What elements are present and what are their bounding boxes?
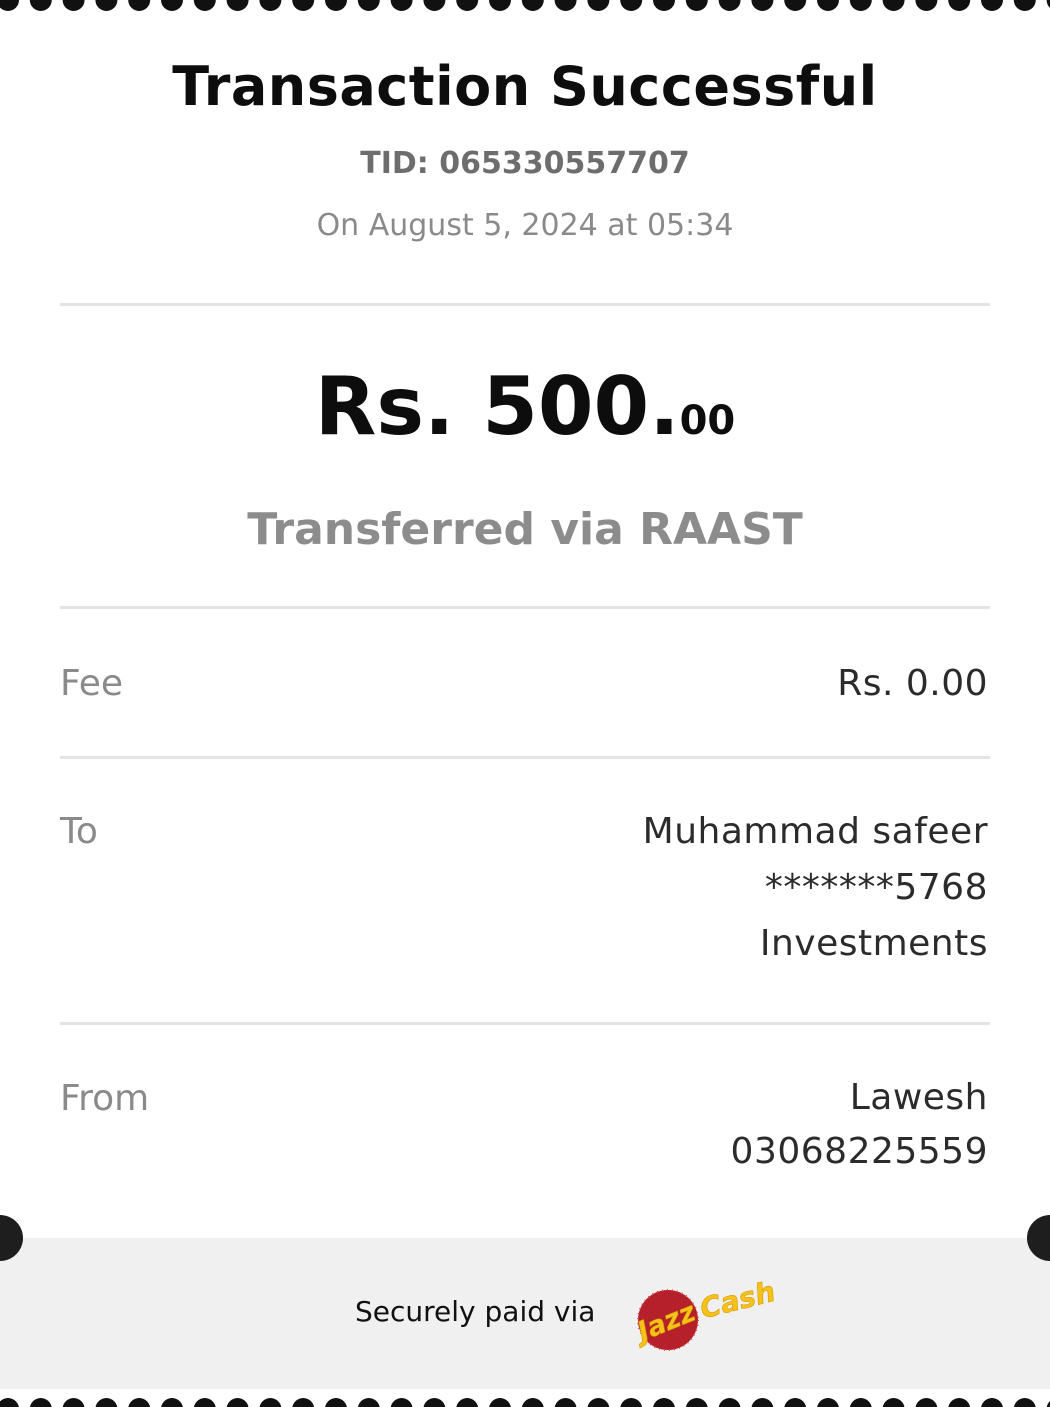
scallop-dot xyxy=(718,1398,741,1407)
transaction-id: TID: 065330557707 xyxy=(360,146,690,181)
scallop-dot xyxy=(456,0,479,11)
scallop-dot xyxy=(784,0,807,11)
scallop-dot xyxy=(128,0,151,11)
scallop-dot xyxy=(161,0,183,11)
sender-name: Lawesh xyxy=(849,1077,988,1118)
jazzcash-logo-icon: Jazz Cash xyxy=(628,1275,778,1351)
scallop-dot xyxy=(390,1398,413,1407)
scallop-dot xyxy=(1013,1398,1036,1407)
fee-value: Rs. 0.00 xyxy=(837,663,988,704)
transfer-method: Transferred via RAAST xyxy=(247,504,803,555)
scallop-dot xyxy=(29,1398,52,1407)
scallop-dot xyxy=(587,0,610,11)
scallop-dot xyxy=(981,1398,1003,1407)
sender-details: Lawesh 03068225559 xyxy=(731,1071,988,1179)
scallop-dot xyxy=(915,1398,938,1407)
scallop-dot xyxy=(292,1398,315,1407)
fee-label: Fee xyxy=(60,663,124,704)
secure-payment-text: Securely paid via xyxy=(355,1295,596,1328)
scallop-dot xyxy=(95,0,118,11)
scallop-edge-top xyxy=(0,0,1050,11)
recipient-bank: Investments xyxy=(759,923,988,964)
scallop-dot xyxy=(685,1398,708,1407)
scallop-dot xyxy=(554,1398,577,1407)
scallop-dot xyxy=(849,1398,872,1407)
divider xyxy=(60,606,990,609)
scallop-dot xyxy=(620,0,643,11)
scallop-dot xyxy=(620,1398,643,1407)
scallop-dot xyxy=(521,0,544,11)
scallop-dot xyxy=(128,1398,151,1407)
scallop-dot xyxy=(981,0,1003,11)
scallop-dot xyxy=(849,0,872,11)
scallop-dot xyxy=(1046,0,1050,8)
scallop-dot xyxy=(193,0,216,11)
scallop-dot xyxy=(226,1398,249,1407)
scallop-dot xyxy=(882,1398,905,1407)
recipient-account: *******5768 xyxy=(764,867,988,908)
from-label: From xyxy=(60,1078,150,1119)
scallop-dot xyxy=(653,0,675,11)
scallop-edge-bottom xyxy=(0,1398,1050,1407)
divider xyxy=(60,1022,990,1025)
svg-text:Cash: Cash xyxy=(697,1275,778,1325)
scallop-dot xyxy=(357,0,380,11)
scallop-dot xyxy=(423,0,446,11)
page-title: Transaction Successful xyxy=(172,55,878,118)
scallop-dot xyxy=(489,1398,511,1407)
scallop-dot xyxy=(292,0,315,11)
scallop-dot xyxy=(489,0,511,11)
scallop-dot xyxy=(554,0,577,11)
scallop-dot xyxy=(193,1398,216,1407)
scallop-dot xyxy=(915,0,938,11)
scallop-dot xyxy=(62,0,85,11)
transaction-date: On August 5, 2024 at 05:34 xyxy=(316,208,734,243)
scallop-dot xyxy=(0,1398,19,1407)
scallop-dot xyxy=(0,0,19,11)
scallop-dot xyxy=(325,0,347,11)
recipient-name: Muhammad safeer xyxy=(642,811,988,852)
divider xyxy=(60,756,990,759)
scallop-dot xyxy=(1013,0,1036,11)
scallop-dot xyxy=(62,1398,85,1407)
scallop-dot xyxy=(325,1398,347,1407)
scallop-dot xyxy=(259,0,282,11)
to-label: To xyxy=(60,811,98,852)
scallop-dot xyxy=(1046,1401,1050,1407)
scallop-dot xyxy=(226,0,249,11)
scallop-dot xyxy=(948,1398,971,1407)
scallop-dot xyxy=(161,1398,183,1407)
scallop-dot xyxy=(882,0,905,11)
scallop-dot xyxy=(521,1398,544,1407)
receipt-card: Transaction Successful TID: 065330557707… xyxy=(0,0,1050,1407)
recipient-details: Muhammad safeer *******5768 Investments xyxy=(643,804,988,972)
scallop-dot xyxy=(685,0,708,11)
scallop-dot xyxy=(751,1398,774,1407)
receipt-header: Transaction Successful TID: 065330557707… xyxy=(0,52,1050,246)
scallop-dot xyxy=(817,0,839,11)
scallop-dot xyxy=(357,1398,380,1407)
sender-number: 03068225559 xyxy=(730,1131,988,1172)
scallop-dot xyxy=(423,1398,446,1407)
scallop-dot xyxy=(259,1398,282,1407)
scallop-dot xyxy=(587,1398,610,1407)
scallop-dot xyxy=(390,0,413,11)
scallop-dot xyxy=(653,1398,675,1407)
scallop-dot xyxy=(456,1398,479,1407)
scallop-dot xyxy=(817,1398,839,1407)
amount-main: Rs. 500. xyxy=(314,360,680,453)
divider xyxy=(60,303,990,306)
scallop-dot xyxy=(784,1398,807,1407)
scallop-dot xyxy=(948,0,971,11)
amount-cents: 00 xyxy=(679,398,736,444)
scallop-dot xyxy=(29,0,52,11)
scallop-dot xyxy=(95,1398,118,1407)
scallop-dot xyxy=(718,0,741,11)
scallop-dot xyxy=(751,0,774,11)
transaction-amount: Rs. 500.00 xyxy=(0,352,1050,484)
